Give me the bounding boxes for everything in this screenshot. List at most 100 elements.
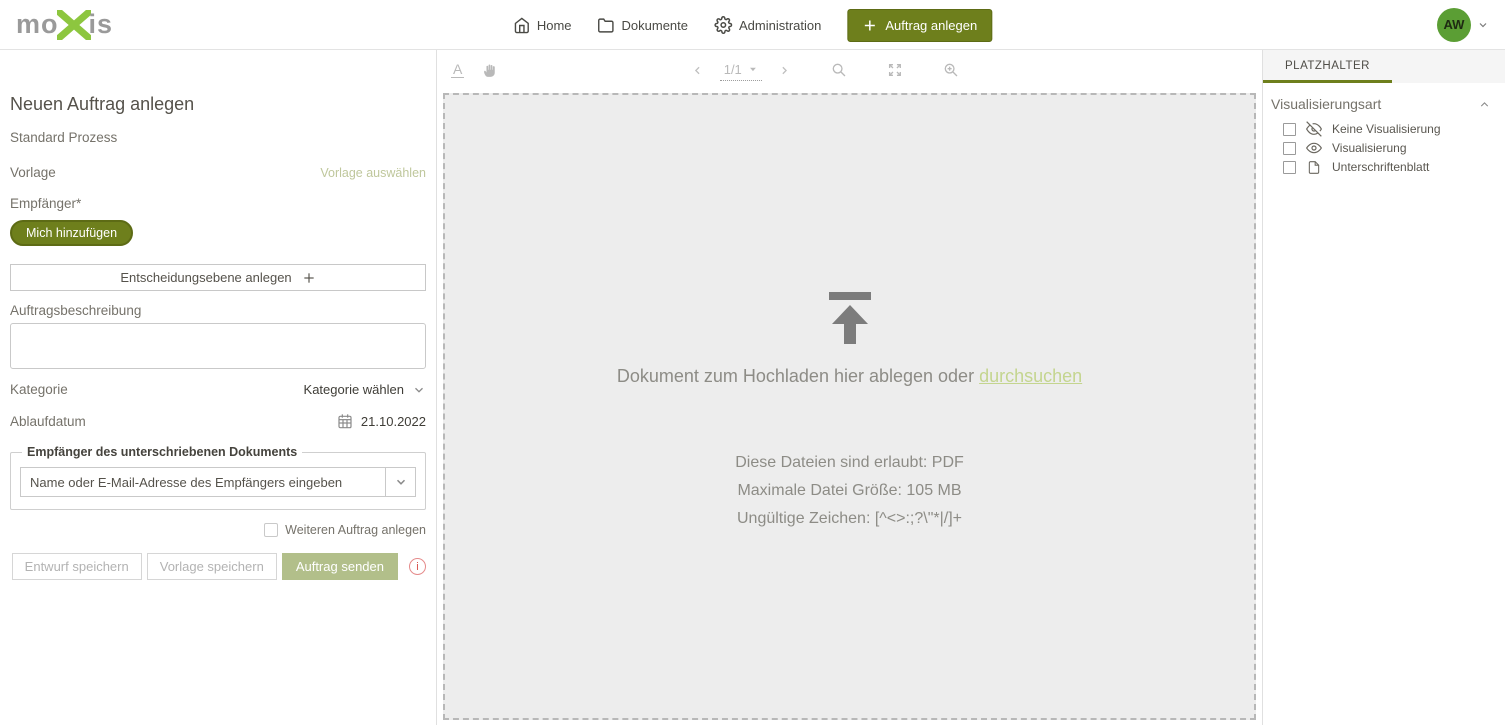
ablaufdatum-value: 21.10.2022 (361, 414, 426, 429)
kategorie-label: Kategorie (10, 382, 68, 397)
nav-home-label: Home (537, 18, 572, 33)
prev-page-button[interactable] (691, 64, 704, 77)
invalid-chars-text: Ungültige Zeichen: [^<>:;?\"*|/]+ (735, 505, 964, 533)
create-order-label: Auftrag anlegen (885, 18, 977, 33)
fit-screen-icon[interactable] (887, 62, 903, 78)
eye-off-icon (1305, 121, 1323, 137)
keine-visualisierung-checkbox[interactable] (1283, 123, 1296, 136)
visualisierungsart-header[interactable]: Visualisierungsart (1263, 83, 1505, 120)
option-label: Visualisierung (1332, 141, 1407, 155)
empfaenger-label: Empfänger* (10, 196, 426, 211)
recipient-fieldset: Empfänger des unterschriebenen Dokuments (10, 445, 426, 510)
kategorie-value: Kategorie wählen (304, 382, 404, 397)
main-nav: Home Dokumente Administration Auftrag an… (513, 0, 992, 50)
page-title: Neuen Auftrag anlegen (10, 94, 426, 115)
recipient-fieldset-legend: Empfänger des unterschriebenen Dokuments (22, 445, 302, 459)
save-draft-button[interactable]: Entwurf speichern (12, 553, 142, 580)
order-form-panel: Neuen Auftrag anlegen Standard Prozess V… (0, 50, 437, 725)
option-label: Keine Visualisierung (1332, 122, 1441, 136)
placeholder-panel: PLATZHALTER Visualisierungsart Keine Vis… (1262, 50, 1505, 725)
max-size-text: Maximale Datei Größe: 105 MB (735, 477, 964, 505)
pan-tool-icon[interactable] (482, 62, 499, 79)
ablaufdatum-label: Ablaufdatum (10, 414, 86, 429)
zoom-in-icon[interactable] (943, 62, 959, 78)
caret-down-icon (748, 64, 758, 74)
ablaufdatum-picker[interactable]: 21.10.2022 (337, 413, 426, 429)
create-order-button[interactable]: Auftrag anlegen (847, 9, 992, 42)
right-tab-strip: PLATZHALTER (1263, 50, 1505, 83)
kategorie-dropdown[interactable]: Kategorie wählen (304, 382, 426, 397)
app-header: mo is Home Dokumente Administration Auft… (0, 0, 1505, 50)
list-item: Unterschriftenblatt (1283, 158, 1505, 176)
allowed-files-text: Diese Dateien sind erlaubt: PDF (735, 449, 964, 477)
avatar[interactable]: AW (1437, 8, 1471, 42)
option-label: Unterschriftenblatt (1332, 160, 1429, 174)
gear-icon (714, 16, 732, 34)
nav-dokumente[interactable]: Dokumente (598, 17, 688, 34)
kategorie-row: Kategorie Kategorie wählen (10, 382, 426, 397)
tab-platzhalter[interactable]: PLATZHALTER (1263, 51, 1392, 83)
visualization-options: Keine Visualisierung Visualisierung Unte… (1263, 120, 1505, 176)
chevron-down-icon (1477, 19, 1489, 31)
browse-link[interactable]: durchsuchen (979, 366, 1082, 386)
next-page-button[interactable] (778, 64, 791, 77)
page-controls: 1/1 (691, 60, 959, 81)
save-template-button[interactable]: Vorlage speichern (147, 553, 277, 580)
upload-icon (828, 292, 872, 344)
info-icon[interactable] (409, 558, 426, 575)
recipient-select-toggle[interactable] (385, 468, 415, 496)
moxis-logo[interactable]: mo is (16, 10, 216, 40)
page-indicator-value: 1/1 (724, 62, 742, 77)
user-menu[interactable]: AW (1437, 8, 1489, 42)
description-label: Auftragsbeschreibung (10, 303, 426, 318)
list-item: Keine Visualisierung (1283, 120, 1505, 138)
form-actions: Entwurf speichern Vorlage speichern Auft… (10, 553, 426, 580)
logo-text-left: mo (16, 11, 59, 38)
zoom-out-icon[interactable] (831, 62, 847, 78)
home-icon (513, 17, 530, 34)
weiteren-auftrag-checkbox[interactable] (264, 523, 278, 537)
weiteren-auftrag-row: Weiteren Auftrag anlegen (10, 523, 426, 537)
plus-icon (862, 18, 877, 33)
page-indicator[interactable]: 1/1 (720, 60, 762, 81)
upload-dropzone[interactable]: Dokument zum Hochladen hier ablegen oder… (443, 93, 1256, 720)
plus-icon (302, 271, 316, 285)
ablaufdatum-row: Ablaufdatum 21.10.2022 (10, 413, 426, 429)
recipient-input[interactable] (21, 468, 385, 496)
unterschriftenblatt-checkbox[interactable] (1283, 161, 1296, 174)
chevron-left-icon (691, 64, 704, 77)
vorlage-row: Vorlage Vorlage auswählen (10, 165, 426, 180)
vorlage-select-link[interactable]: Vorlage auswählen (320, 166, 426, 180)
chevron-up-icon (1478, 98, 1491, 111)
recipient-select (20, 467, 416, 497)
document-icon (1305, 160, 1323, 175)
nav-administration[interactable]: Administration (714, 16, 821, 34)
document-viewer: 1/1 (437, 50, 1262, 725)
send-order-button[interactable]: Auftrag senden (282, 553, 398, 580)
visualisierung-checkbox[interactable] (1283, 142, 1296, 155)
logo-x-icon (57, 10, 91, 40)
file-rules: Diese Dateien sind erlaubt: PDF Maximale… (735, 449, 964, 533)
dropzone-text: Dokument zum Hochladen hier ablegen oder… (617, 366, 1082, 387)
add-decision-level-button[interactable]: Entscheidungsebene anlegen (10, 264, 426, 291)
viewer-toolbar: 1/1 (437, 50, 1262, 90)
chevron-down-icon (412, 383, 426, 397)
main-content: Neuen Auftrag anlegen Standard Prozess V… (0, 50, 1505, 725)
nav-dokumente-label: Dokumente (622, 18, 688, 33)
vorlage-label: Vorlage (10, 165, 56, 180)
nav-home[interactable]: Home (513, 17, 572, 34)
visualisierungsart-label: Visualisierungsart (1271, 96, 1381, 112)
calendar-icon (337, 413, 353, 429)
folder-icon (598, 17, 615, 34)
dropzone-text-label: Dokument zum Hochladen hier ablegen oder (617, 366, 974, 386)
chevron-right-icon (778, 64, 791, 77)
add-me-button[interactable]: Mich hinzufügen (10, 220, 133, 246)
process-subtitle: Standard Prozess (10, 130, 426, 145)
add-decision-level-label: Entscheidungsebene anlegen (120, 270, 291, 285)
nav-administration-label: Administration (739, 18, 821, 33)
logo-text-right: is (89, 11, 114, 38)
eye-icon (1305, 140, 1323, 156)
description-textarea[interactable] (10, 323, 426, 369)
text-select-icon[interactable] (451, 62, 464, 78)
weiteren-auftrag-label: Weiteren Auftrag anlegen (285, 523, 426, 537)
